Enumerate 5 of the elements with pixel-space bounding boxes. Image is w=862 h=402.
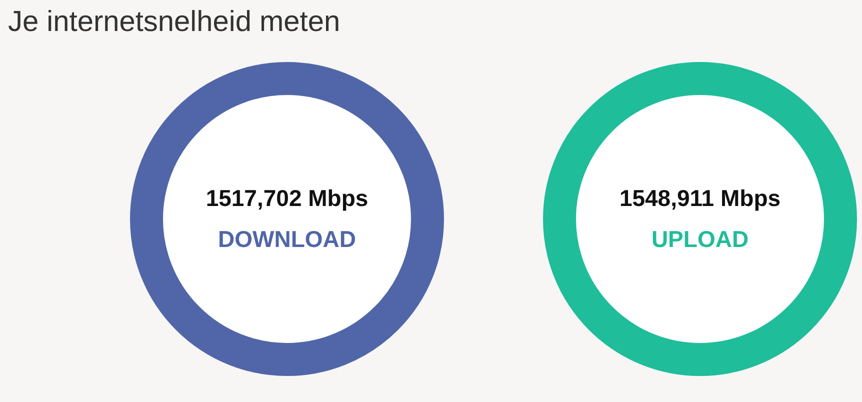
speed-label: DOWNLOAD	[218, 226, 356, 253]
speed-value: 1548,911 Mbps	[619, 185, 781, 212]
page-title: Je internetsnelheid meten	[7, 5, 342, 40]
speed-label: UPLOAD	[651, 226, 749, 253]
speed-value: 1517,702 Mbps	[206, 185, 368, 212]
